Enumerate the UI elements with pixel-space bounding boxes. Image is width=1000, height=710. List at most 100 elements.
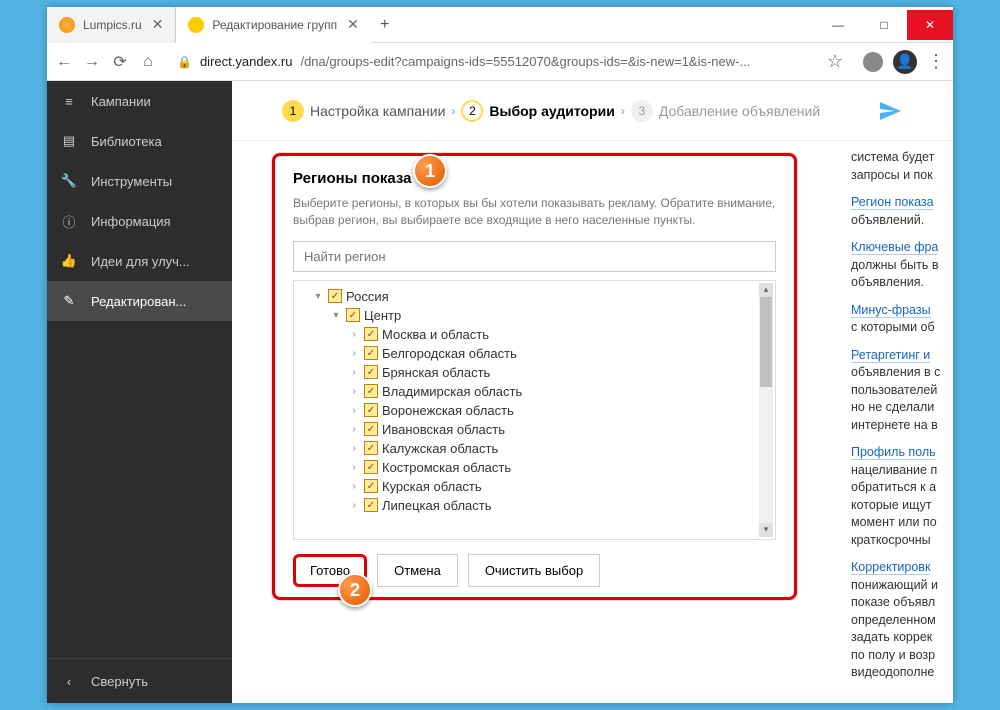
callout-2: 2 [338, 573, 372, 607]
sidebar-item-info[interactable]: ⓘИнформация [47, 201, 232, 241]
scroll-thumb[interactable] [760, 297, 772, 387]
checkbox[interactable]: ✓ [364, 327, 378, 341]
tree-label: Россия [346, 289, 389, 304]
sidebar-item-editing[interactable]: ✎Редактирован... [47, 281, 232, 321]
tree-toggle-icon[interactable]: › [348, 481, 360, 492]
sidebar: ≡Кампании ▤Библиотека 🔧Инструменты ⓘИнфо… [47, 81, 232, 703]
checkbox[interactable]: ✓ [364, 498, 378, 512]
tab-title: Редактирование групп [212, 18, 337, 32]
tree-row[interactable]: ›✓Ивановская область [298, 420, 771, 439]
tab-edit-groups[interactable]: Редактирование групп ✕ [176, 7, 370, 43]
sidebar-item-library[interactable]: ▤Библиотека [47, 121, 232, 161]
step-3-label[interactable]: Добавление объявлений [659, 103, 820, 119]
home-icon[interactable]: ⌂ [139, 53, 157, 71]
tree-row[interactable]: ›✓Воронежская область [298, 401, 771, 420]
tree-toggle-icon[interactable]: › [348, 500, 360, 511]
back-icon[interactable]: ← [55, 53, 73, 71]
dialog-description: Выберите регионы, в которых вы бы хотели… [293, 195, 776, 229]
bookmark-star-icon[interactable]: ☆ [827, 51, 843, 72]
tree-toggle-icon[interactable]: › [348, 367, 360, 378]
tree-toggle-icon[interactable]: › [348, 386, 360, 397]
tree-label: Брянская область [382, 365, 490, 380]
cancel-button[interactable]: Отмена [377, 554, 458, 587]
maximize-button[interactable]: □ [861, 10, 907, 40]
link-retarget[interactable]: Ретаргетинг и [851, 348, 930, 363]
tree-toggle-icon[interactable]: ▾ [330, 310, 342, 321]
link-minus[interactable]: Минус-фразы [851, 303, 931, 318]
forward-icon[interactable]: → [83, 53, 101, 71]
tree-toggle-icon[interactable]: › [348, 405, 360, 416]
link-profile[interactable]: Профиль поль [851, 445, 936, 460]
step-1-number[interactable]: 1 [282, 100, 304, 122]
tree-row[interactable]: ▾ ✓ Центр [298, 306, 771, 325]
step-2-label[interactable]: Выбор аудитории [489, 103, 614, 119]
sidebar-item-label: Идеи для улуч... [91, 254, 190, 269]
tree-toggle-icon[interactable]: › [348, 329, 360, 340]
wrench-icon: 🔧 [61, 173, 77, 189]
link-corrections[interactable]: Корректировк [851, 560, 930, 575]
scroll-down-icon[interactable]: ▾ [759, 523, 773, 537]
sidebar-item-ideas[interactable]: 👍Идеи для улуч... [47, 241, 232, 281]
send-icon[interactable] [877, 98, 903, 124]
url-field[interactable]: 🔒 direct.yandex.ru/dna/groups-edit?campa… [167, 51, 853, 72]
checkbox[interactable]: ✓ [364, 460, 378, 474]
checkbox[interactable]: ✓ [364, 365, 378, 379]
checkbox[interactable]: ✓ [364, 403, 378, 417]
checkbox[interactable]: ✓ [364, 422, 378, 436]
tree-row[interactable]: › ✓ Брянская область [298, 363, 771, 382]
reload-icon[interactable]: ⟳ [111, 53, 129, 71]
favicon-icon [59, 17, 75, 33]
checkbox[interactable]: ✓ [364, 479, 378, 493]
tree-row[interactable]: ›✓Липецкая область [298, 496, 771, 515]
step-2-number[interactable]: 2 [461, 100, 483, 122]
content: ≡Кампании ▤Библиотека 🔧Инструменты ⓘИнфо… [47, 81, 953, 703]
tree-row[interactable]: ›✓Костромская область [298, 458, 771, 477]
checkbox[interactable]: ✓ [328, 289, 342, 303]
close-button[interactable]: ✕ [907, 10, 953, 40]
tree-row[interactable]: ▾ ✓ Россия [298, 287, 771, 306]
chevron-left-icon: ‹ [61, 673, 77, 689]
tree-label: Москва и область [382, 327, 489, 342]
tree-row[interactable]: ›✓Курская область [298, 477, 771, 496]
close-icon[interactable]: ✕ [347, 16, 359, 33]
tree-toggle-icon[interactable]: › [348, 424, 360, 435]
checkbox[interactable]: ✓ [346, 308, 360, 322]
favicon-icon [188, 17, 204, 33]
search-region-input[interactable] [293, 241, 776, 272]
tree-toggle-icon[interactable]: › [348, 462, 360, 473]
close-icon[interactable]: ✕ [152, 16, 164, 33]
link-keywords[interactable]: Ключевые фра [851, 240, 938, 255]
tree-label: Калужская область [382, 441, 498, 456]
step-3-number[interactable]: 3 [631, 100, 653, 122]
checkbox[interactable]: ✓ [364, 346, 378, 360]
new-tab-button[interactable]: + [371, 16, 399, 34]
tree-label: Центр [364, 308, 401, 323]
tree-toggle-icon[interactable]: › [348, 348, 360, 359]
dialog-wrap: Регионы показа Выберите регионы, в котор… [232, 141, 843, 703]
link-region[interactable]: Регион показа [851, 195, 934, 210]
tree-row[interactable]: › ✓ Калужская область [298, 439, 771, 458]
tree-toggle-icon[interactable]: ▾ [312, 291, 324, 302]
tree-toggle-icon[interactable]: › [348, 443, 360, 454]
region-tree: ▾✓Россия▾✓Центр›✓Москва и область›✓Белго… [293, 280, 776, 540]
minimize-button[interactable]: — [815, 10, 861, 40]
sidebar-item-tools[interactable]: 🔧Инструменты [47, 161, 232, 201]
checkbox[interactable]: ✓ [364, 384, 378, 398]
sidebar-collapse[interactable]: ‹Свернуть [47, 658, 232, 703]
address-bar: ← → ⟳ ⌂ 🔒 direct.yandex.ru/dna/groups-ed… [47, 43, 953, 81]
sidebar-item-label: Кампании [91, 94, 151, 109]
step-1-label[interactable]: Настройка кампании [310, 103, 445, 119]
scroll-up-icon[interactable]: ▴ [759, 283, 773, 297]
menu-icon[interactable]: ⋮ [927, 51, 945, 72]
sidebar-item-campaigns[interactable]: ≡Кампании [47, 81, 232, 121]
extension-icon[interactable] [863, 52, 883, 72]
scrollbar[interactable]: ▴ ▾ [759, 283, 773, 537]
tab-lumpics[interactable]: Lumpics.ru ✕ [47, 7, 176, 43]
avatar[interactable]: 👤 [893, 50, 917, 74]
tree-row[interactable]: ›✓Владимирская область [298, 382, 771, 401]
main: 1 Настройка кампании › 2 Выбор аудитории… [232, 81, 953, 703]
tree-row[interactable]: › ✓ Москва и область [298, 325, 771, 344]
clear-selection-button[interactable]: Очистить выбор [468, 554, 600, 587]
checkbox[interactable]: ✓ [364, 441, 378, 455]
tree-row[interactable]: ›✓Белгородская область [298, 344, 771, 363]
